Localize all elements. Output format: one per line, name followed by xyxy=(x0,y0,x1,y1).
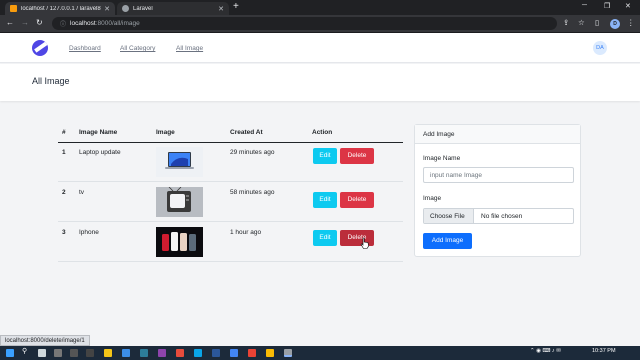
bookmark-star-icon[interactable]: ☆ xyxy=(578,18,585,27)
browser-tab-strip: localhost / 127.0.0.1 / laravel8 / i ✕ L… xyxy=(0,0,640,15)
restore-icon[interactable]: ❐ xyxy=(604,2,610,10)
menu-dots-icon[interactable]: ⋮ xyxy=(627,18,635,27)
row-number: 1 xyxy=(62,149,66,156)
col-header-action: Action xyxy=(312,129,333,136)
user-avatar[interactable]: DA xyxy=(593,41,607,55)
tab-title: localhost / 127.0.0.1 / laravel8 / i xyxy=(21,5,102,12)
chrome-icon[interactable] xyxy=(284,349,292,357)
app-icon[interactable] xyxy=(122,349,130,357)
browser-toolbar: ← → ↻ ⓘ localhost :8000/all/image ⇪ ☆ ▯ … xyxy=(0,15,640,33)
os-taskbar: ⚲ ⌃ ◉ ⌨ ♪ ✉ 10:37 PM xyxy=(0,346,640,360)
delete-button[interactable]: Delete xyxy=(340,148,374,164)
add-image-card: Add Image Image Name input name Image Im… xyxy=(414,124,581,257)
share-icon[interactable]: ⇪ xyxy=(563,18,569,27)
globe-favicon-icon xyxy=(122,5,129,12)
table-row: 1 Laptop update 29 minutes ago Edit Dele… xyxy=(58,143,403,182)
col-header-created-at: Created At xyxy=(230,129,263,136)
page-title: All Image xyxy=(32,76,70,86)
search-icon[interactable]: ⚲ xyxy=(22,347,27,355)
sidepanel-icon[interactable]: ▯ xyxy=(595,18,599,27)
table-row: 3 Iphone 1 hour ago Edit Delete xyxy=(58,223,403,262)
forward-icon[interactable]: → xyxy=(21,18,29,27)
hand-cursor-icon xyxy=(360,237,369,249)
row-created-at: 29 minutes ago xyxy=(230,149,275,156)
link-status-bubble: localhost:8000/delete/image/1 xyxy=(0,335,90,346)
reload-icon[interactable]: ↻ xyxy=(36,18,43,27)
nav-link-all-category[interactable]: All Category xyxy=(120,45,155,52)
laptop-thumbnail xyxy=(156,147,203,177)
image-label: Image xyxy=(423,195,442,202)
app-icon[interactable] xyxy=(248,349,256,357)
add-image-button[interactable]: Add Image xyxy=(423,233,472,249)
nav-link-dashboard[interactable]: Dashboard xyxy=(69,45,101,52)
close-tab-icon[interactable]: ✕ xyxy=(218,5,224,13)
profile-avatar[interactable]: D xyxy=(610,19,620,29)
row-created-at: 1 hour ago xyxy=(230,229,262,236)
app-icon[interactable] xyxy=(86,349,94,357)
image-name-label: Image Name xyxy=(423,155,461,162)
phones-thumbnail xyxy=(156,227,203,257)
app-icon[interactable] xyxy=(70,349,78,357)
col-header-image: Image xyxy=(156,129,175,136)
start-icon[interactable] xyxy=(6,349,14,357)
col-header-image-name: Image Name xyxy=(79,129,118,136)
phpmyadmin-favicon-icon xyxy=(10,5,17,12)
site-info-icon[interactable]: ⓘ xyxy=(60,19,66,28)
tv-thumbnail xyxy=(156,187,203,217)
new-tab-button[interactable]: + xyxy=(233,1,239,12)
app-icon[interactable] xyxy=(140,349,148,357)
card-title: Add Image xyxy=(415,125,580,144)
word-icon[interactable] xyxy=(212,349,220,357)
browser-tab-phpmyadmin[interactable]: localhost / 127.0.0.1 / laravel8 / i ✕ xyxy=(5,2,115,15)
edit-button[interactable]: Edit xyxy=(313,148,337,164)
task-view-icon[interactable] xyxy=(38,349,46,357)
nav-link-all-image[interactable]: All Image xyxy=(176,45,203,52)
taskbar-clock[interactable]: 10:37 PM xyxy=(592,348,616,354)
address-path: :8000/all/image xyxy=(95,20,140,27)
explorer-icon[interactable] xyxy=(104,349,112,357)
col-header-number: # xyxy=(62,129,66,136)
edit-button[interactable]: Edit xyxy=(313,230,337,246)
choose-file-button[interactable]: Choose File xyxy=(424,209,474,223)
row-number: 3 xyxy=(62,229,66,236)
address-bar[interactable]: ⓘ localhost :8000/all/image xyxy=(52,17,557,30)
delete-button[interactable]: Delete xyxy=(340,192,374,208)
file-status-text: No file chosen xyxy=(481,213,523,220)
tray-icons[interactable]: ⌃ ◉ ⌨ ♪ ✉ xyxy=(530,348,561,354)
browser-tab-laravel[interactable]: Laravel ✕ xyxy=(117,2,229,15)
row-number: 2 xyxy=(62,189,66,196)
row-image-name: Laptop update xyxy=(79,149,121,156)
page-header: All Image xyxy=(0,64,640,101)
back-icon[interactable]: ← xyxy=(6,18,14,27)
row-image-name: Iphone xyxy=(79,229,99,236)
edge-icon[interactable] xyxy=(194,349,202,357)
app-icon[interactable] xyxy=(266,349,274,357)
close-window-icon[interactable]: ✕ xyxy=(625,2,631,10)
app-logo[interactable] xyxy=(32,40,48,56)
edit-button[interactable]: Edit xyxy=(313,192,337,208)
app-navbar: Dashboard All Category All Image xyxy=(0,33,640,63)
row-created-at: 58 minutes ago xyxy=(230,189,275,196)
table-row: 2 tv 58 minutes ago Edit Delete xyxy=(58,183,403,222)
app-icon[interactable] xyxy=(158,349,166,357)
tab-title: Laravel xyxy=(133,5,153,12)
app-icon[interactable] xyxy=(230,349,238,357)
image-file-input[interactable]: Choose File No file chosen xyxy=(423,208,574,224)
app-icon[interactable] xyxy=(176,349,184,357)
widget-icon[interactable] xyxy=(54,349,62,357)
minimize-icon[interactable]: ─ xyxy=(582,2,587,9)
row-image-name: tv xyxy=(79,189,85,196)
close-tab-icon[interactable]: ✕ xyxy=(104,5,110,13)
image-name-input[interactable]: input name Image xyxy=(423,167,574,183)
address-host: localhost xyxy=(70,20,96,27)
